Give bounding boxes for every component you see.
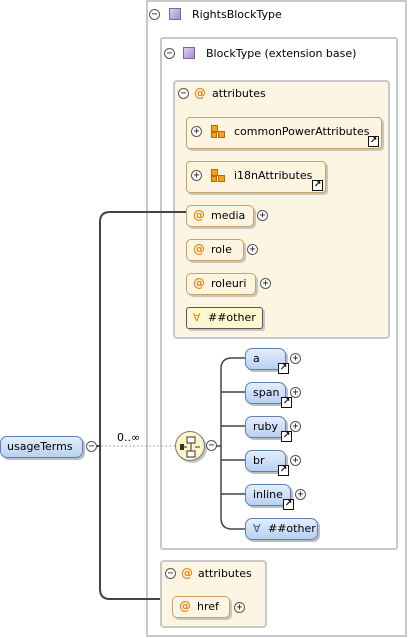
element-label: br — [253, 454, 265, 467]
element-label: a — [253, 352, 260, 365]
attributes-label: attributes — [198, 567, 252, 580]
expand-icon[interactable]: + — [290, 455, 301, 466]
attribute-label: href — [197, 600, 219, 613]
at-icon: @ — [181, 566, 193, 580]
element-label: inline — [253, 488, 283, 501]
expand-icon[interactable]: + — [290, 387, 301, 398]
collapse-icon[interactable]: − — [206, 440, 217, 451]
element-label: ruby — [253, 420, 278, 433]
reference-arrow-icon: ↗ — [283, 499, 294, 510]
expand-icon[interactable]: + — [290, 353, 301, 364]
occurrence-label: 0..∞ — [117, 431, 141, 444]
root-element-label: usageTerms — [7, 440, 73, 453]
reference-arrow-icon: ↗ — [281, 431, 292, 442]
reference-arrow-icon: ↗ — [281, 397, 292, 408]
any-element-icon: ∀ — [253, 522, 261, 535]
any-element-label: ##other — [268, 522, 316, 535]
expand-icon[interactable]: + — [234, 602, 245, 613]
reference-arrow-icon: ↗ — [278, 363, 289, 374]
at-icon: @ — [179, 599, 191, 613]
reference-arrow-icon: ↗ — [278, 465, 289, 476]
choice-compositor-icon[interactable] — [175, 431, 205, 461]
connector-lines — [97, 211, 245, 600]
collapse-icon[interactable]: − — [165, 568, 176, 579]
collapse-icon[interactable]: − — [86, 441, 97, 452]
choice-glyph — [180, 436, 200, 458]
element-label: span — [253, 386, 280, 399]
expand-icon[interactable]: + — [290, 421, 301, 432]
expand-icon[interactable]: + — [295, 489, 306, 500]
